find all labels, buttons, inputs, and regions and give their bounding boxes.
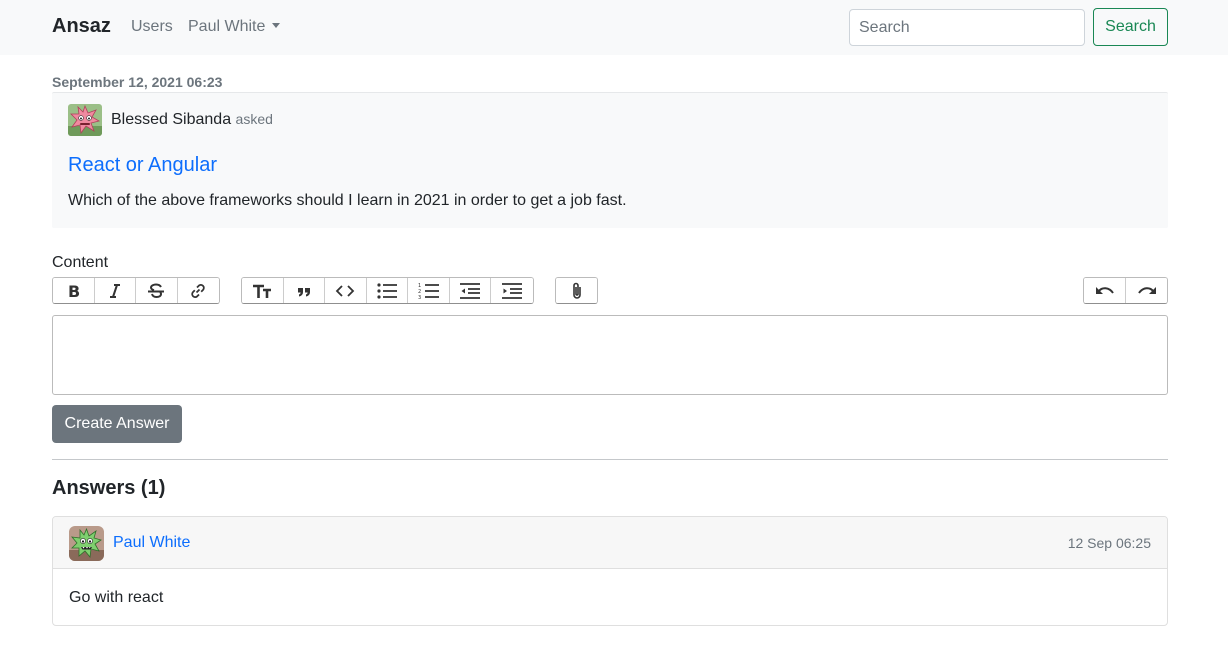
attach-toolbar-group: [555, 277, 598, 304]
decrease-indent-button[interactable]: [449, 278, 492, 303]
question-author-avatar: [68, 104, 102, 136]
numbered-list-icon: 123: [418, 283, 439, 300]
answer-author-link[interactable]: Paul White: [113, 534, 190, 552]
user-dropdown-toggle[interactable]: Paul White: [188, 18, 281, 36]
redo-button[interactable]: [1126, 278, 1167, 303]
search-button[interactable]: Search: [1093, 8, 1168, 46]
answer-body: Go with react: [69, 589, 164, 606]
question-card: Blessed Sibanda asked React or Angular W…: [52, 92, 1168, 228]
redo-icon: [1137, 286, 1156, 294]
bold-icon: B: [68, 282, 80, 300]
caret-down-icon: [272, 23, 281, 28]
answer-timestamp: 12 Sep 06:25: [1067, 535, 1151, 551]
increase-indent-icon: [502, 282, 523, 299]
bullet-list-button[interactable]: [366, 278, 409, 303]
create-answer-button[interactable]: Create Answer: [52, 405, 182, 443]
undo-icon: [1095, 286, 1114, 294]
decrease-indent-icon: [460, 282, 481, 299]
history-toolbar-group: [1083, 277, 1168, 304]
link-icon: [191, 283, 205, 298]
quote-button[interactable]: [283, 278, 326, 303]
strikethrough-icon: [148, 282, 165, 298]
answer-author-avatar: [69, 526, 104, 561]
code-icon: [336, 284, 355, 297]
undo-button[interactable]: [1084, 278, 1126, 303]
section-divider: [52, 459, 1168, 460]
answer-header: Paul White 12 Sep 06:25: [53, 517, 1167, 569]
strikethrough-button[interactable]: [136, 278, 178, 303]
navbar: Ansaz Users Paul White Search: [0, 0, 1228, 55]
answer-card: Paul White 12 Sep 06:25 Go with react: [52, 516, 1168, 626]
question-title-link[interactable]: React or Angular: [68, 154, 217, 177]
answers-heading: Answers (1): [52, 477, 166, 499]
heading-button[interactable]: [242, 278, 284, 303]
answer-content-editor[interactable]: [52, 315, 1168, 395]
increase-indent-button[interactable]: [491, 278, 533, 303]
question-author-name: Blessed Sibanda: [111, 111, 232, 128]
quote-icon: [297, 287, 310, 296]
svg-text:B: B: [68, 282, 80, 300]
text-format-toolbar-group: B: [52, 277, 220, 304]
link-button[interactable]: [177, 278, 219, 303]
bullet-list-icon: [377, 282, 398, 299]
code-button[interactable]: [325, 278, 367, 303]
heading-icon: [253, 284, 272, 298]
attach-file-icon: [572, 282, 581, 299]
attach-file-button[interactable]: [556, 278, 597, 303]
numbered-list-button[interactable]: 123: [408, 278, 450, 303]
user-dropdown-label: Paul White: [188, 18, 266, 35]
brand-logo[interactable]: Ansaz: [52, 15, 111, 38]
svg-text:3: 3: [418, 295, 421, 300]
block-format-toolbar-group: 123: [241, 277, 534, 304]
search-input[interactable]: [849, 9, 1085, 46]
content-label: Content: [52, 254, 109, 271]
nav-users-link[interactable]: Users: [131, 18, 173, 36]
bold-button[interactable]: B: [53, 278, 95, 303]
question-author: Blessed Sibanda asked: [111, 111, 273, 129]
italic-button[interactable]: [94, 278, 136, 303]
italic-icon: [109, 283, 120, 298]
asked-label: asked: [235, 111, 273, 127]
question-date: September 12, 2021 06:23: [52, 74, 223, 90]
question-body: Which of the above frameworks should I l…: [68, 192, 627, 209]
